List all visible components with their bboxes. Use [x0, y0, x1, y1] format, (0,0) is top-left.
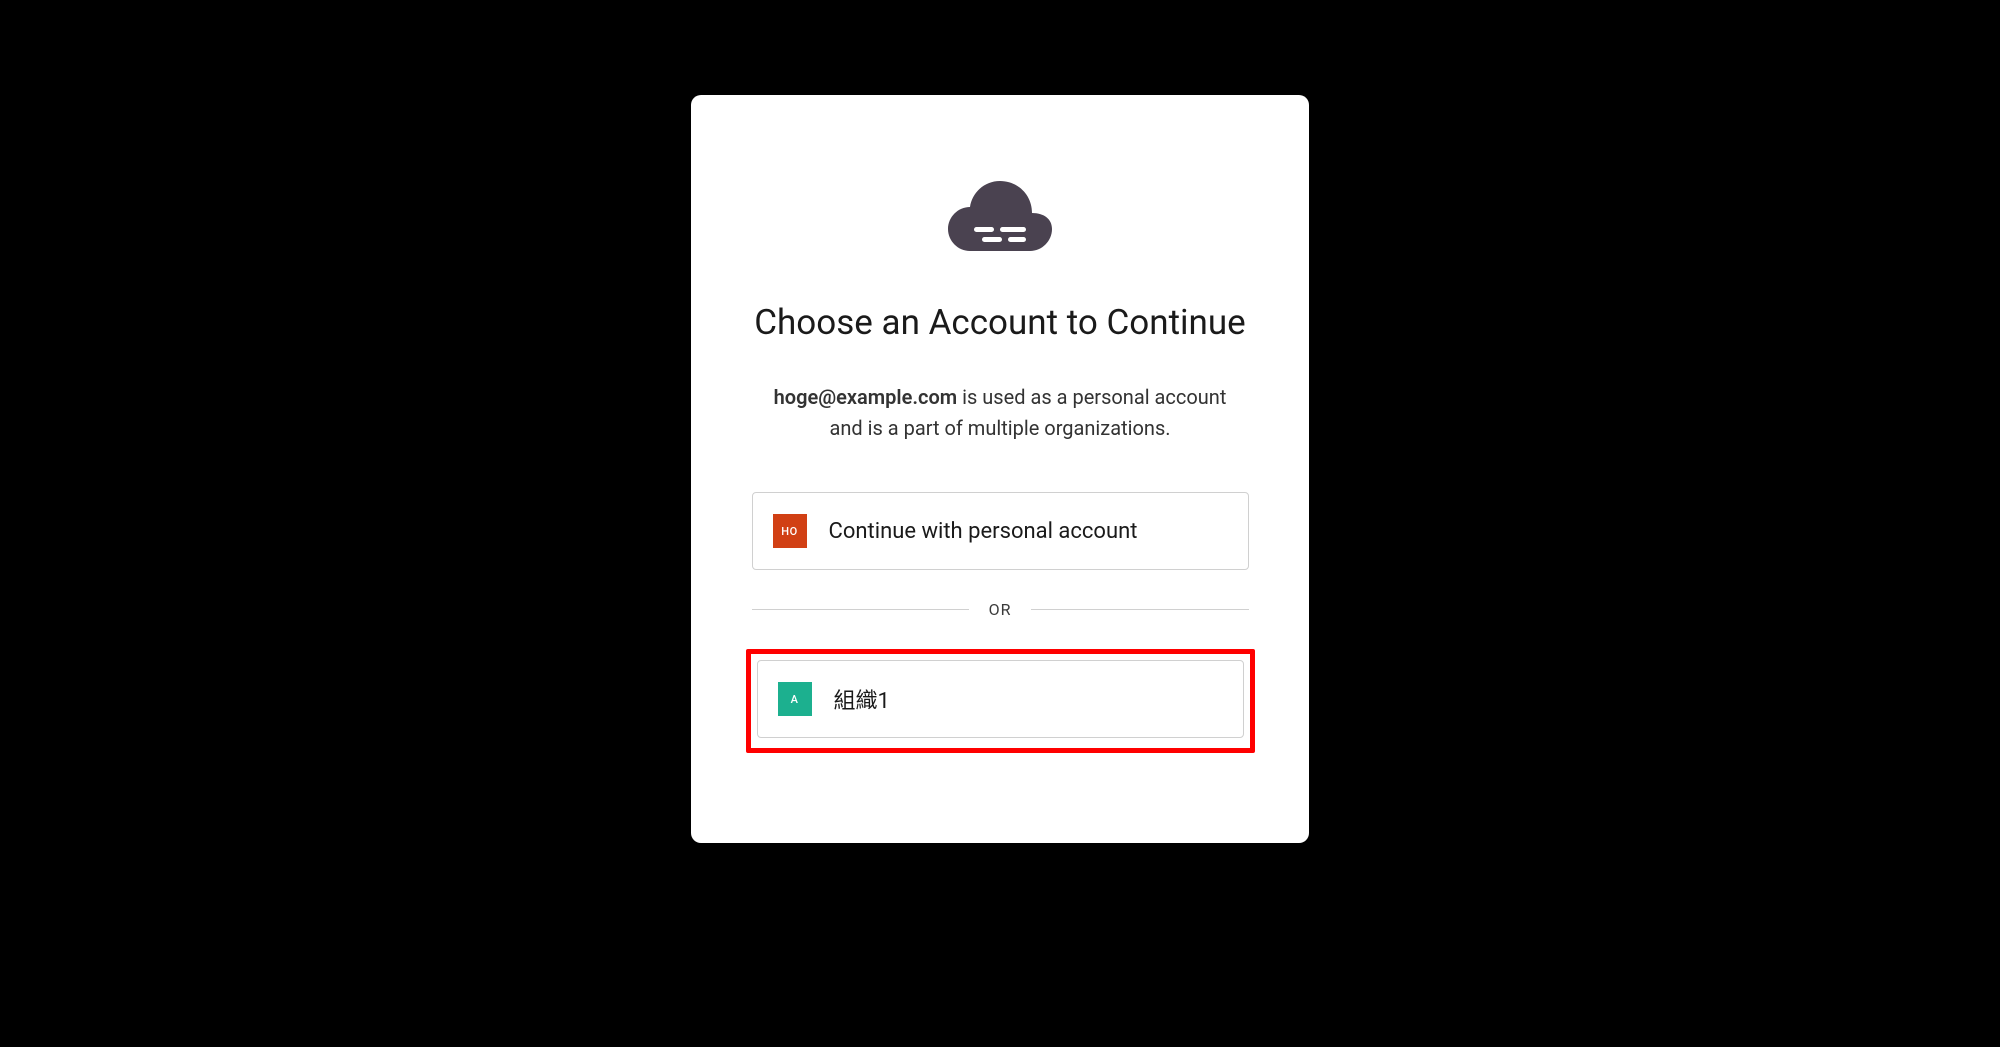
account-chooser-card: Choose an Account to Continue hoge@examp…	[691, 95, 1309, 843]
organization-avatar: A	[778, 682, 812, 716]
divider-line-right	[1031, 609, 1248, 610]
subtitle-email: hoge@example.com	[774, 385, 958, 409]
organization-option-button[interactable]: A 組織1	[757, 660, 1244, 738]
page-title: Choose an Account to Continue	[754, 299, 1246, 346]
highlighted-organization-wrap: A 組織1	[746, 649, 1255, 753]
cloud-logo-icon	[946, 175, 1054, 259]
personal-account-avatar: HO	[773, 514, 807, 548]
divider-line-left	[752, 609, 969, 610]
divider: OR	[752, 600, 1249, 619]
subtitle-text: hoge@example.com is used as a personal a…	[760, 382, 1240, 444]
organization-label: 組織1	[834, 683, 890, 715]
personal-account-label: Continue with personal account	[829, 519, 1138, 544]
continue-personal-account-button[interactable]: HO Continue with personal account	[752, 492, 1249, 570]
divider-text: OR	[969, 600, 1032, 619]
